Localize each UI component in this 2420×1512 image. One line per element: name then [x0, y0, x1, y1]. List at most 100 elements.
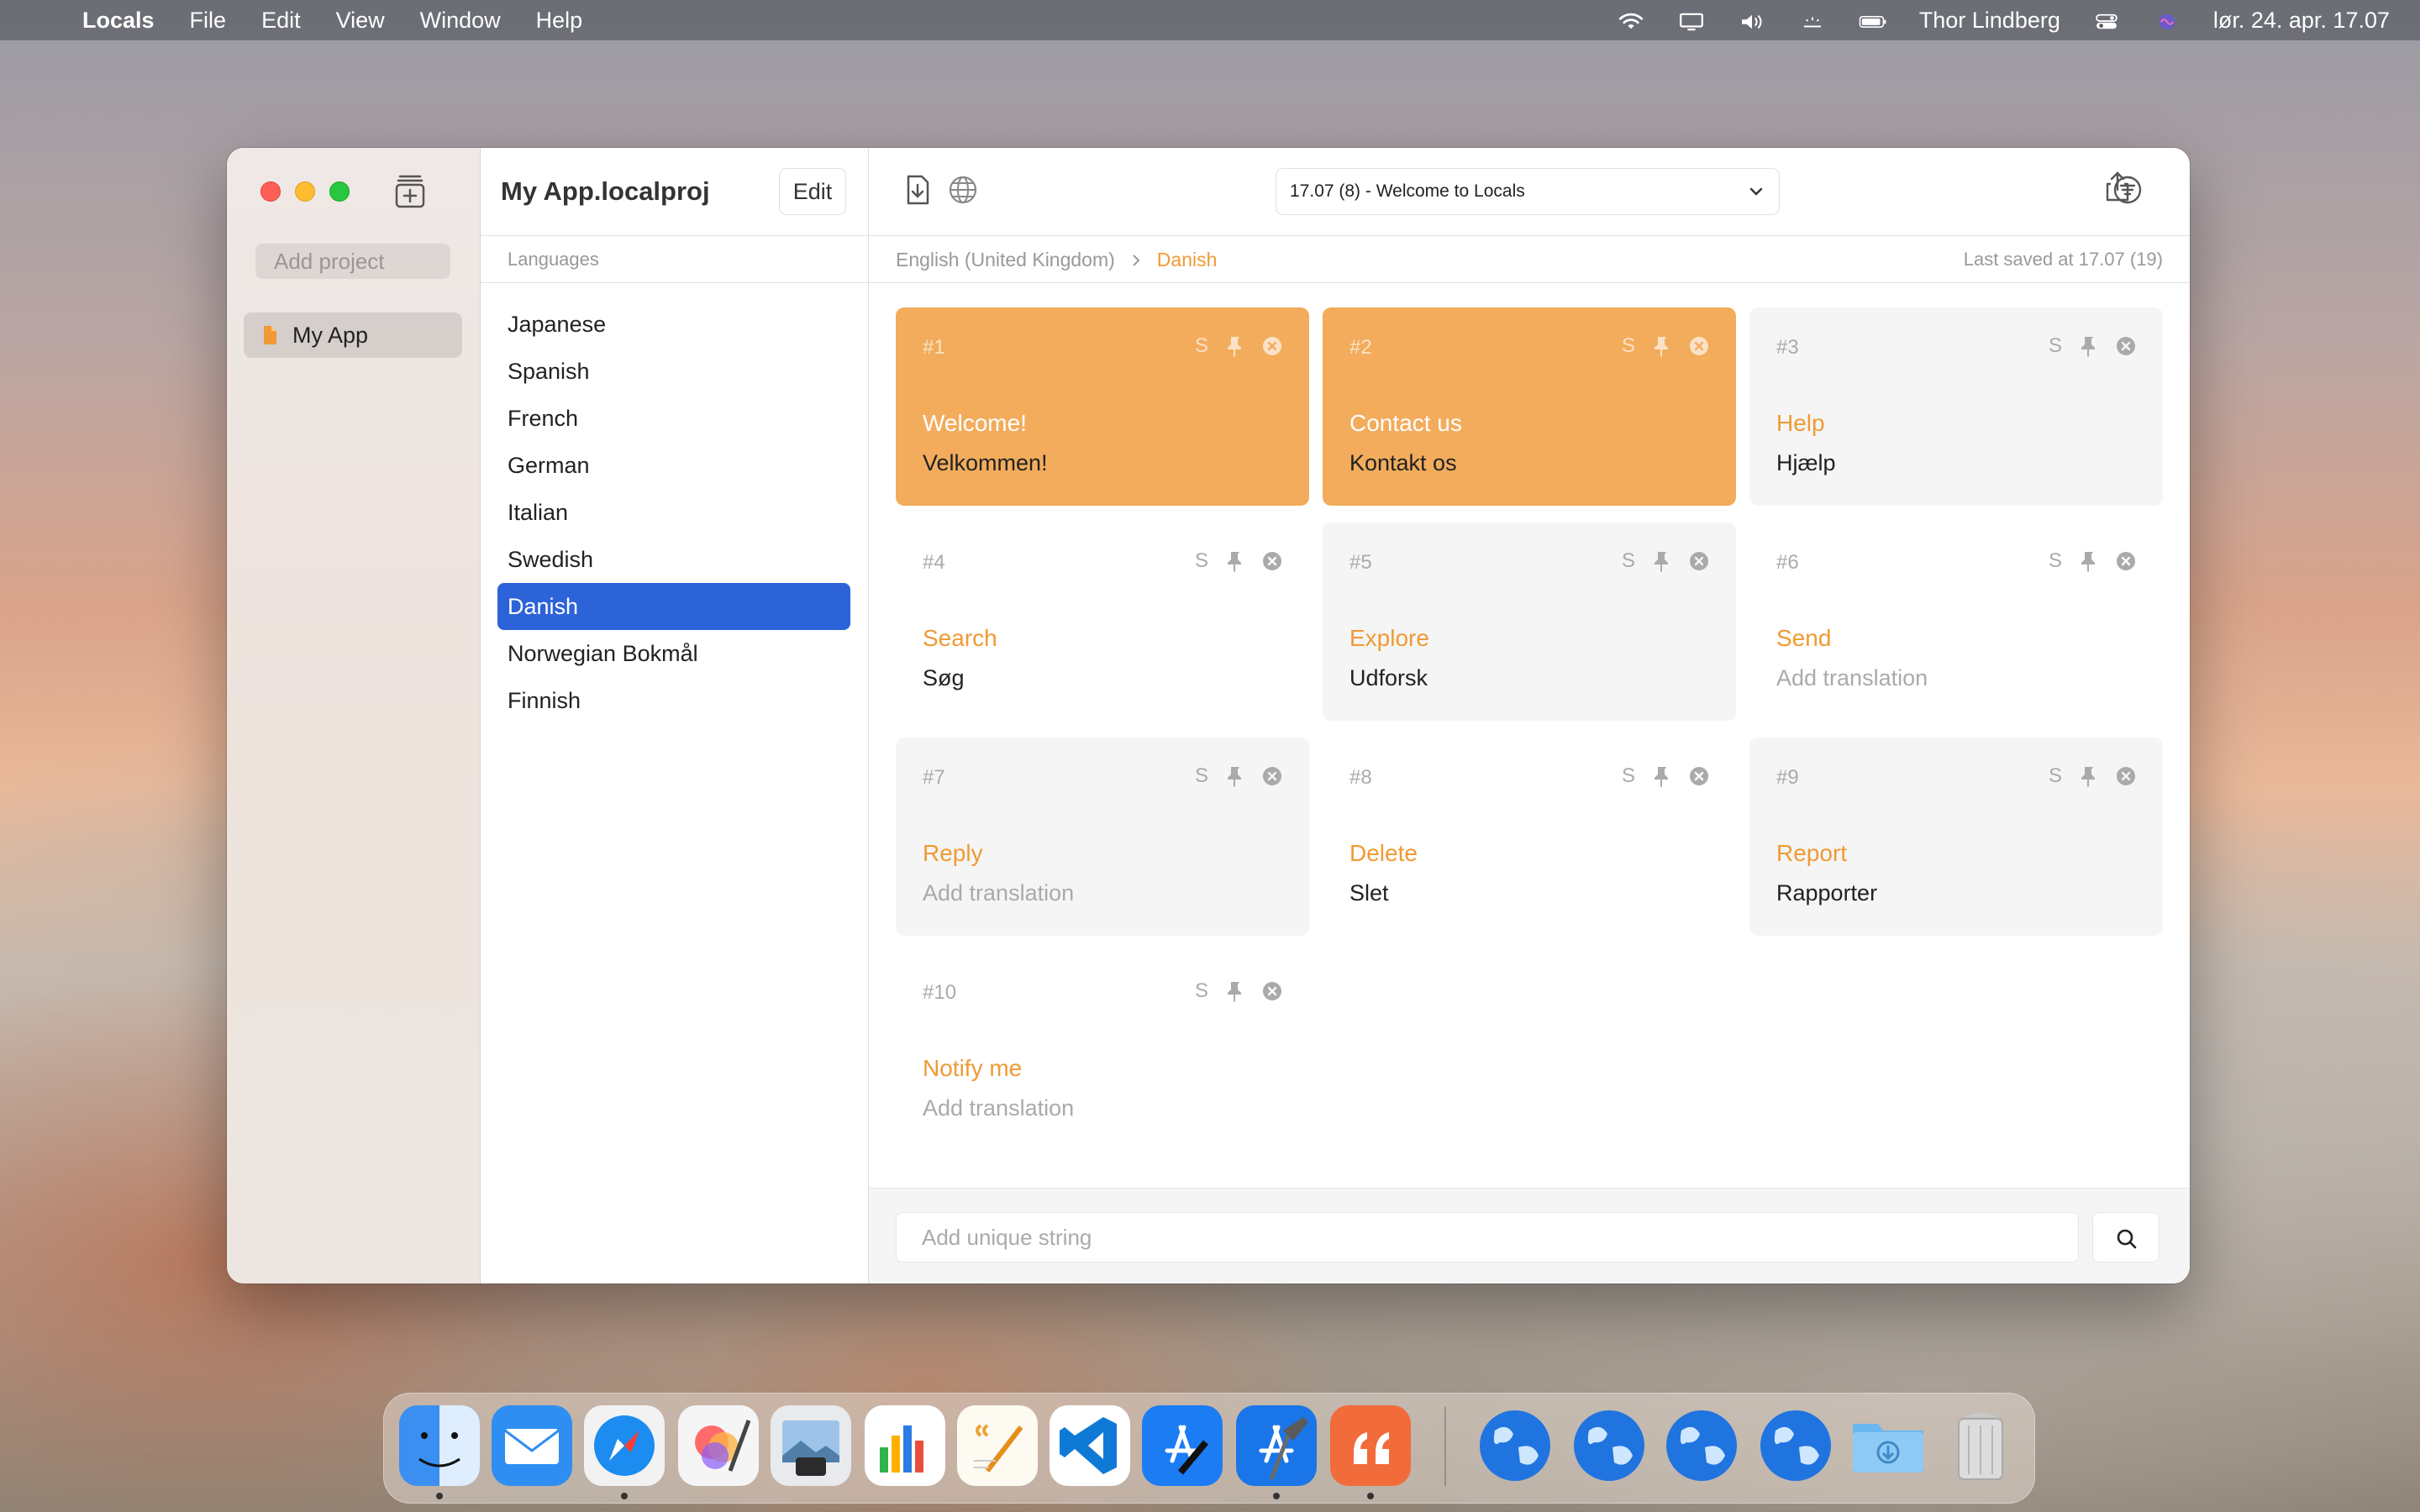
pin-icon[interactable] — [1652, 334, 1672, 358]
globe-icon[interactable] — [946, 173, 980, 207]
mail-icon[interactable] — [492, 1405, 572, 1486]
string-card-translation[interactable]: Velkommen! — [923, 450, 1048, 476]
edit-button[interactable]: Edit — [779, 168, 846, 215]
string-card[interactable]: #7 S Reply Add translation — [896, 738, 1309, 936]
string-card[interactable]: #10 S Notify me Add translation — [896, 953, 1309, 1151]
language-item-swedish[interactable]: Swedish — [497, 536, 850, 583]
search-button[interactable] — [2092, 1212, 2160, 1263]
string-card-translation[interactable]: Add translation — [923, 1095, 1074, 1121]
pin-icon[interactable] — [1225, 334, 1245, 358]
menu-help[interactable]: Help — [536, 8, 583, 34]
string-card-translation[interactable]: Add translation — [923, 880, 1074, 906]
menu-app-name[interactable]: Locals — [82, 8, 155, 34]
string-card[interactable]: #6 S Send Add translation — [1749, 522, 2163, 721]
language-item-german[interactable]: German — [497, 442, 850, 489]
app-store-connect-icon[interactable] — [1142, 1405, 1223, 1486]
singular-toggle[interactable]: S — [1195, 334, 1208, 358]
language-item-italian[interactable]: Italian — [497, 489, 850, 536]
singular-toggle[interactable]: S — [2049, 764, 2062, 788]
pixelmator-icon[interactable] — [678, 1405, 759, 1486]
pin-icon[interactable] — [2079, 549, 2099, 573]
singular-toggle[interactable]: S — [1622, 334, 1635, 358]
singular-toggle[interactable]: S — [2049, 549, 2062, 573]
language-item-french[interactable]: French — [497, 395, 850, 442]
remove-icon[interactable] — [2116, 549, 2136, 573]
string-card-translation[interactable]: Kontakt os — [1349, 450, 1457, 476]
pin-icon[interactable] — [1225, 549, 1245, 573]
night-shift-icon[interactable] — [1798, 11, 1827, 29]
wifi-icon[interactable] — [1617, 11, 1645, 29]
remove-icon[interactable] — [1262, 764, 1282, 788]
share-icon[interactable] — [2101, 170, 2134, 203]
menu-view[interactable]: View — [336, 8, 385, 34]
language-item-danish[interactable]: Danish — [497, 583, 850, 630]
singular-toggle[interactable]: S — [1195, 979, 1208, 1003]
globe-app-icon-2[interactable] — [1569, 1405, 1649, 1486]
pin-icon[interactable] — [2079, 334, 2099, 358]
add-unique-string-input[interactable]: Add unique string — [896, 1212, 2079, 1263]
minimize-window-button[interactable] — [295, 181, 315, 202]
menu-user-name[interactable]: Thor Lindberg — [1919, 8, 2060, 34]
version-select[interactable]: 17.07 (8) - Welcome to Locals — [1276, 168, 1780, 215]
string-card-translation[interactable]: Slet — [1349, 880, 1389, 906]
string-card-translation[interactable]: Hjælp — [1776, 450, 1836, 476]
vscode-icon[interactable] — [1050, 1405, 1130, 1486]
language-item-spanish[interactable]: Spanish — [497, 348, 850, 395]
globe-app-icon-1[interactable] — [1475, 1405, 1555, 1486]
singular-toggle[interactable]: S — [1622, 549, 1635, 573]
singular-toggle[interactable]: S — [1195, 764, 1208, 788]
language-item-japanese[interactable]: Japanese — [497, 301, 850, 348]
string-card[interactable]: #1 S Welcome! Velkommen! — [896, 307, 1309, 506]
string-card[interactable]: #5 S Explore Udforsk — [1323, 522, 1736, 721]
pages-icon[interactable] — [957, 1405, 1038, 1486]
singular-toggle[interactable]: S — [1622, 764, 1635, 788]
safari-icon[interactable] — [584, 1405, 665, 1486]
siri-icon[interactable] — [2153, 11, 2181, 30]
singular-toggle[interactable]: S — [2049, 334, 2062, 358]
trash-icon[interactable] — [1940, 1405, 2021, 1486]
close-window-button[interactable] — [260, 181, 281, 202]
control-center-icon[interactable] — [2092, 11, 2121, 29]
pin-icon[interactable] — [1652, 764, 1672, 788]
preview-icon[interactable] — [771, 1405, 851, 1486]
string-card[interactable]: #3 S Help Hjælp — [1749, 307, 2163, 506]
pin-icon[interactable] — [1652, 549, 1672, 573]
pin-icon[interactable] — [1225, 764, 1245, 788]
remove-icon[interactable] — [1262, 979, 1282, 1003]
string-card[interactable]: #2 S Contact us Kontakt os — [1323, 307, 1736, 506]
string-card-translation[interactable]: Add translation — [1776, 665, 1928, 691]
language-item-norwegian-bokmal[interactable]: Norwegian Bokmål — [497, 630, 850, 677]
battery-icon[interactable] — [1859, 11, 1887, 29]
remove-icon[interactable] — [2116, 764, 2136, 788]
pin-icon[interactable] — [1225, 979, 1245, 1003]
string-card[interactable]: #4 S Search Søg — [896, 522, 1309, 721]
remove-icon[interactable] — [1262, 334, 1282, 358]
string-card-translation[interactable]: Udforsk — [1349, 665, 1428, 691]
menu-file[interactable]: File — [190, 8, 227, 34]
import-file-icon[interactable] — [901, 173, 934, 207]
breadcrumb-source-language[interactable]: English (United Kingdom) — [896, 249, 1115, 271]
globe-app-icon-3[interactable] — [1661, 1405, 1742, 1486]
remove-icon[interactable] — [1689, 549, 1709, 573]
remove-icon[interactable] — [1689, 334, 1709, 358]
remove-icon[interactable] — [1689, 764, 1709, 788]
xcode-icon[interactable] — [1236, 1405, 1317, 1486]
zoom-window-button[interactable] — [329, 181, 350, 202]
display-icon[interactable] — [1677, 11, 1706, 31]
volume-icon[interactable] — [1738, 11, 1766, 29]
singular-toggle[interactable]: S — [1195, 549, 1208, 573]
string-card-translation[interactable]: Rapporter — [1776, 880, 1877, 906]
string-card[interactable]: #8 S Delete Slet — [1323, 738, 1736, 936]
language-item-finnish[interactable]: Finnish — [497, 677, 850, 724]
downloads-folder-icon[interactable] — [1848, 1405, 1928, 1486]
finder-icon[interactable] — [399, 1405, 480, 1486]
globe-app-icon-4[interactable] — [1755, 1405, 1836, 1486]
project-item-my-app[interactable]: My App — [244, 312, 462, 358]
new-project-icon[interactable] — [393, 173, 427, 210]
string-card-translation[interactable]: Søg — [923, 665, 965, 691]
menu-edit[interactable]: Edit — [261, 8, 301, 34]
pin-icon[interactable] — [2079, 764, 2099, 788]
menu-window[interactable]: Window — [420, 8, 501, 34]
remove-icon[interactable] — [1262, 549, 1282, 573]
menu-clock[interactable]: lør. 24. apr. 17.07 — [2213, 8, 2390, 34]
